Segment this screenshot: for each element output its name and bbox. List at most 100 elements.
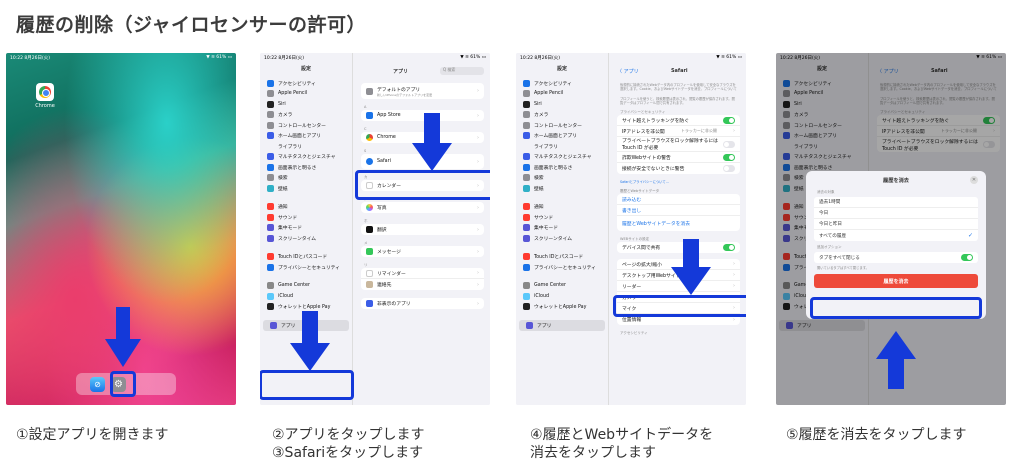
sidebar-item[interactable]: コントロールセンター <box>260 120 352 131</box>
sidebar-icon <box>523 234 530 242</box>
safari-compass-icon <box>366 158 373 165</box>
sidebar-item[interactable]: Game Center <box>516 281 608 292</box>
default-apps-row[interactable]: デフォルトのアプリ 新しいiPhoneのデフォルトアプリを変更 › <box>361 83 484 99</box>
sidebar-item[interactable]: Apple Pencil <box>516 89 608 100</box>
caption-step1: ①設定アプリを開きます <box>16 427 169 443</box>
sidebar-item[interactable]: 壁紙 <box>516 183 608 194</box>
sidebar-item[interactable]: 通知 <box>516 202 608 213</box>
app-row-reminders[interactable]: リマインダー › <box>361 268 484 279</box>
app-row-contacts[interactable]: 連絡先 › <box>361 279 484 290</box>
sidebar-item[interactable]: マルチタスクとジェスチャ <box>516 152 608 163</box>
export-row[interactable]: 書き出し <box>617 205 740 217</box>
chrome-icon <box>366 134 373 141</box>
sidebar-icon <box>267 282 274 290</box>
sidebar-item[interactable]: ホーム画面とアプリ <box>516 131 608 142</box>
sidebar-icon <box>267 90 274 98</box>
private-lock-row[interactable]: プライベートブラウズをロック解除するには Touch ID が必要 <box>617 137 740 153</box>
app-row-photos[interactable]: 写真 › <box>361 202 484 213</box>
sidebar-item[interactable]: Siri <box>260 99 352 110</box>
status-bar: 10:22 8月26日(火) ▼ ≋ 61% ▭ <box>10 55 232 61</box>
hide-ip-row[interactable]: IPアドレスを非公開 トラッカーに非公開 › <box>617 126 740 138</box>
sidebar-item[interactable]: 画面表示と明るさ <box>260 162 352 173</box>
sidebar-icon <box>523 263 530 271</box>
sidebar-item[interactable]: サウンド <box>260 212 352 223</box>
sidebar-item[interactable]: 集中モード <box>260 223 352 234</box>
sidebar-icon <box>267 174 274 182</box>
sidebar-item-apps[interactable]: アプリ <box>519 320 605 331</box>
import-row[interactable]: 読み込む <box>617 194 740 206</box>
sidebar-item[interactable]: アクセシビリティ <box>516 78 608 89</box>
clear-history-row[interactable]: 履歴とWebサイトデータを消去 <box>617 216 740 231</box>
sidebar-item[interactable]: スクリーンタイム <box>516 233 608 244</box>
sidebar-item[interactable]: Apple Pencil <box>260 89 352 100</box>
sidebar-item[interactable]: カメラ <box>516 110 608 121</box>
default-apps-group: デフォルトのアプリ 新しいiPhoneのデフォルトアプリを変更 › <box>361 83 484 99</box>
toggle-switch[interactable] <box>723 165 735 173</box>
toggle-switch[interactable] <box>961 254 973 261</box>
page-title: 履歴の削除（ジャイロセンサーの許可） <box>16 14 367 36</box>
sidebar-icon <box>267 111 274 119</box>
privacy-about-link[interactable]: Safariとプライバシーについて… <box>617 180 740 184</box>
sidebar-icon <box>523 303 530 311</box>
sidebar-item[interactable]: Touch IDとパスコード <box>516 252 608 263</box>
close-tabs-row[interactable]: タブをすべて閉じる <box>814 252 978 263</box>
sidebar-item[interactable]: ホーム画面とアプリ <box>260 131 352 142</box>
checkmark-icon: ✓ <box>967 232 973 239</box>
sidebar-item[interactable]: 検索 <box>260 173 352 184</box>
screenshot-home: 10:22 8月26日(火) ▼ ≋ 61% ▭ Chrome ⊘ ⚙ <box>6 53 236 405</box>
app-row-hidden[interactable]: 非表示のアプリ › <box>361 298 484 309</box>
search-input[interactable]: Q 検索 <box>439 67 484 75</box>
sidebar-item[interactable]: 壁紙 <box>260 183 352 194</box>
sidebar-icon <box>523 111 530 119</box>
default-apps-icon <box>366 87 373 95</box>
range-option-yesterday[interactable]: 今日と昨日 <box>814 219 978 230</box>
sidebar-item[interactable]: ライブラリ <box>516 141 608 152</box>
safari-compass-icon[interactable]: ⊘ <box>90 376 105 392</box>
sidebar-icon <box>267 263 274 271</box>
range-option-1h[interactable]: 過去1時間 <box>814 197 978 208</box>
close-icon[interactable]: ✕ <box>970 176 978 184</box>
toggle-switch[interactable] <box>723 153 735 161</box>
sidebar-item[interactable]: 集中モード <box>516 223 608 234</box>
toggle-switch[interactable] <box>723 244 735 252</box>
sidebar-item[interactable]: 通知 <box>260 202 352 213</box>
sidebar-icon <box>523 174 530 182</box>
cross-site-toggle-row[interactable]: サイト越えトラッキングを防ぐ <box>617 115 740 127</box>
sidebar-item[interactable]: iCloud <box>260 291 352 302</box>
sidebar-item[interactable]: アクセシビリティ <box>260 78 352 89</box>
messages-icon <box>366 248 373 255</box>
sidebar-item[interactable]: プライバシーとセキュリティ <box>260 262 352 273</box>
sidebar-icon <box>267 303 274 311</box>
sidebar-item[interactable]: サウンド <box>516 212 608 223</box>
sidebar-icon <box>523 203 530 211</box>
toggle-switch[interactable] <box>723 116 735 124</box>
range-option-all[interactable]: すべての履歴 ✓ <box>814 230 978 241</box>
sidebar-item[interactable]: iCloud <box>516 291 608 302</box>
safari-main: 〈 アプリ Safari 仮想的に接続されたWebデータ内のプロフィールを使用し… <box>609 53 746 405</box>
sidebar-item[interactable]: コントロールセンター <box>516 120 608 131</box>
highlight-apps <box>260 370 354 400</box>
sidebar-item[interactable]: マルチタスクとジェスチャ <box>260 152 352 163</box>
sidebar-item[interactable]: Game Center <box>260 281 352 292</box>
chrome-app-icon[interactable] <box>36 83 54 101</box>
clear-history-button[interactable]: 履歴を消去 <box>814 274 978 288</box>
sidebar-icon <box>523 282 530 290</box>
sidebar-item[interactable]: スクリーンタイム <box>260 233 352 244</box>
range-option-today[interactable]: 今日 <box>814 208 978 219</box>
back-button[interactable]: 〈 アプリ <box>617 68 639 75</box>
sidebar-item[interactable]: 画面表示と明るさ <box>516 162 608 173</box>
sidebar-item[interactable]: プライバシーとセキュリティ <box>516 262 608 273</box>
sidebar-item[interactable]: Siri <box>516 99 608 110</box>
fraud-warning-row[interactable]: 詐欺Webサイトの警告 <box>617 152 740 164</box>
toggle-switch[interactable] <box>723 140 735 148</box>
insecure-warning-row[interactable]: 接続が安全でないときに警告 <box>617 163 740 174</box>
photos-icon <box>366 204 373 211</box>
sidebar-item[interactable]: カメラ <box>260 110 352 121</box>
app-row-translate[interactable]: 翻訳 › <box>361 224 484 235</box>
app-row-messages[interactable]: メッセージ › <box>361 246 484 257</box>
sidebar-item[interactable]: ライブラリ <box>260 141 352 152</box>
sidebar-item[interactable]: ウォレットとApple Pay <box>516 302 608 313</box>
sidebar-item[interactable]: 検索 <box>516 173 608 184</box>
sidebar-icon <box>267 79 274 87</box>
sidebar-item[interactable]: Touch IDとパスコード <box>260 252 352 263</box>
